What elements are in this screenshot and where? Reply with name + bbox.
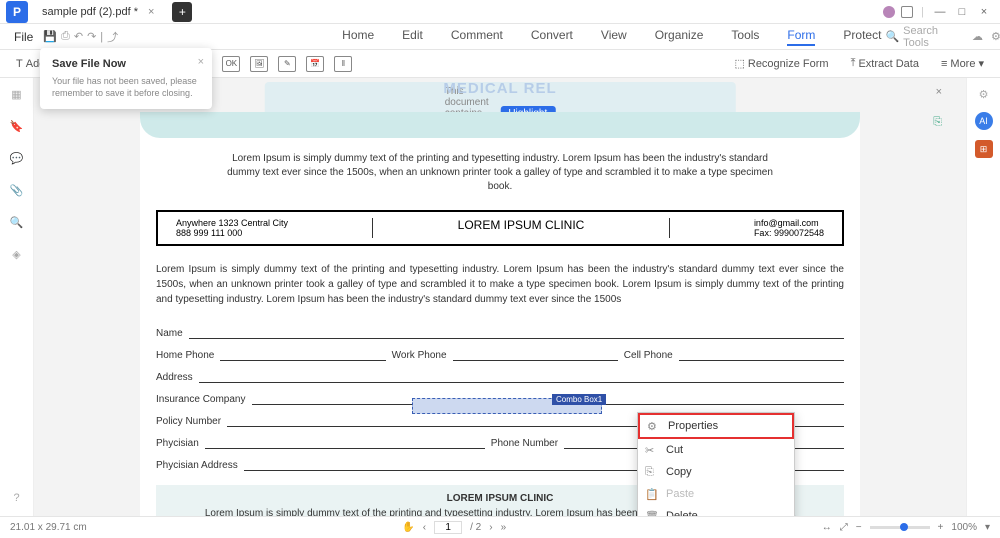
titlebar: P sample pdf (2).pdf * × + | — □ × (0, 0, 1000, 24)
last-page-icon[interactable]: » (501, 522, 507, 533)
page-number-input[interactable] (434, 521, 462, 534)
menu-home[interactable]: Home (342, 28, 374, 46)
profile-icon[interactable] (883, 6, 895, 18)
search-tools[interactable]: 🔍 Search Tools (885, 25, 968, 49)
address-field[interactable] (199, 371, 844, 383)
banner-close-icon[interactable]: × (936, 86, 942, 98)
combo-box-label: Combo Box1 (552, 394, 606, 405)
more-button[interactable]: ≡More▾ (937, 55, 988, 72)
search-icon: 🔍 (885, 30, 899, 43)
ctx-properties[interactable]: ⚙Properties (638, 413, 794, 439)
theme-icon[interactable] (901, 6, 913, 18)
menu-edit[interactable]: Edit (402, 28, 423, 46)
undo-icon[interactable]: ↶ (74, 28, 83, 46)
context-menu: ⚙Properties ✂Cut ⎘Copy 📋Paste 🗑Delete ⬚S… (637, 412, 795, 516)
maximize-icon[interactable]: □ (954, 6, 970, 18)
app-icon: P (6, 1, 28, 23)
new-tab-button[interactable]: + (172, 2, 192, 22)
next-page-icon[interactable]: › (489, 522, 492, 533)
image-field-icon[interactable]: 🖼 (250, 56, 268, 72)
prev-page-icon[interactable]: ‹ (423, 522, 426, 533)
menu-protect[interactable]: Protect (843, 28, 881, 46)
comment-panel-icon[interactable]: 💬 (9, 150, 25, 166)
statusbar: 21.01 x 29.71 cm ✋ ‹ / 2 › » ↔ ⤢ − + 100… (0, 516, 1000, 538)
menu-tools[interactable]: Tools (731, 28, 759, 46)
document-canvas[interactable]: MEDICAL REL This document contains inter… (34, 78, 966, 516)
ctx-copy[interactable]: ⎘Copy (638, 461, 794, 483)
recognize-form-button[interactable]: ⬚Recognize Form (730, 55, 832, 72)
physician-field[interactable] (205, 437, 485, 449)
copy-icon: ⎘ (645, 466, 657, 478)
page-size-label: 21.01 x 29.71 cm (10, 522, 87, 533)
file-menu[interactable]: File (8, 30, 39, 44)
body-paragraph: Lorem Ipsum is simply dummy text of the … (156, 252, 844, 317)
intro-paragraph: Lorem Ipsum is simply dummy text of the … (156, 148, 844, 204)
signature-icon[interactable]: ✎ (278, 56, 296, 72)
main-menu: Home Edit Comment Convert View Organize … (342, 28, 881, 46)
button-icon[interactable]: OK (222, 56, 240, 72)
help-icon[interactable]: ? (9, 490, 25, 506)
save-file-popup: × Save File Now Your file has not been s… (40, 48, 212, 109)
bookmark-icon[interactable]: 🔖 (9, 118, 25, 134)
ctx-cut[interactable]: ✂Cut (638, 439, 794, 461)
hand-tool-icon[interactable]: ✋ (402, 522, 414, 533)
name-field[interactable] (189, 327, 844, 339)
home-phone-field[interactable] (220, 349, 385, 361)
ai-icon[interactable]: AI (975, 112, 993, 130)
settings-icon[interactable]: ⚙ (991, 30, 1000, 43)
ctx-delete[interactable]: 🗑Delete (638, 505, 794, 516)
name-label: Name (156, 328, 183, 339)
gear-icon: ⚙ (647, 420, 659, 432)
popup-title: Save File Now (52, 58, 200, 70)
fit-page-icon[interactable]: ⤢ (840, 522, 848, 533)
extract-data-button[interactable]: ⤒Extract Data (847, 55, 923, 72)
delete-icon: 🗑 (645, 510, 657, 516)
popup-message: Your file has not been saved, please rem… (52, 76, 200, 99)
menu-organize[interactable]: Organize (655, 28, 704, 46)
search-panel-icon[interactable]: 🔍 (9, 214, 25, 230)
page-total: / 2 (470, 522, 481, 533)
print-icon[interactable]: ⎙ (61, 28, 70, 46)
document-tab[interactable]: sample pdf (2).pdf * × (34, 4, 166, 20)
save-icon[interactable]: 💾 (43, 28, 57, 46)
zoom-level: 100% (951, 522, 977, 533)
cell-phone-field[interactable] (679, 349, 844, 361)
minimize-icon[interactable]: — (932, 6, 948, 18)
barcode-icon[interactable]: ‖ (334, 56, 352, 72)
work-phone-field[interactable] (453, 349, 618, 361)
tab-title: sample pdf (2).pdf * (42, 6, 138, 18)
redo-icon[interactable]: ↷ (87, 28, 96, 46)
attachment-icon[interactable]: 📎 (9, 182, 25, 198)
window-controls: | — □ × (883, 6, 1000, 18)
menu-comment[interactable]: Comment (451, 28, 503, 46)
clinic-info-box: Anywhere 1323 Central City 888 999 111 0… (156, 210, 844, 246)
cloud-icon[interactable]: ☁ (972, 30, 983, 43)
left-rail: ▦ 🔖 💬 📎 🔍 ◈ ? (0, 78, 34, 516)
close-tab-icon[interactable]: × (144, 6, 158, 18)
popup-close-icon[interactable]: × (198, 56, 204, 68)
right-rail: ⚙ AI ⊞ (966, 78, 1000, 516)
menubar: File 💾 ⎙ ↶ ↷ | ⤴ Home Edit Comment Conve… (0, 24, 1000, 50)
sliders-icon[interactable]: ⚙ (976, 86, 992, 102)
fit-width-icon[interactable]: ↔ (822, 522, 832, 533)
watermark: MEDICAL REL (443, 80, 556, 97)
ctx-paste: 📋Paste (638, 483, 794, 505)
zoom-out-icon[interactable]: − (856, 522, 862, 533)
menu-view[interactable]: View (601, 28, 627, 46)
menu-convert[interactable]: Convert (531, 28, 573, 46)
cut-icon: ✂ (645, 444, 657, 456)
paste-icon: 📋 (645, 488, 657, 500)
layers-icon[interactable]: ◈ (9, 246, 25, 262)
apps-icon[interactable]: ⊞ (975, 140, 993, 158)
copy-badge-icon[interactable]: ⎘ (933, 116, 942, 129)
menu-form[interactable]: Form (787, 28, 815, 46)
share-icon[interactable]: ⤴ (107, 28, 118, 46)
zoom-slider[interactable] (870, 526, 930, 529)
date-icon[interactable]: 📅 (306, 56, 324, 72)
zoom-in-icon[interactable]: + (938, 522, 944, 533)
thumbnail-icon[interactable]: ▦ (9, 86, 25, 102)
close-window-icon[interactable]: × (976, 6, 992, 18)
